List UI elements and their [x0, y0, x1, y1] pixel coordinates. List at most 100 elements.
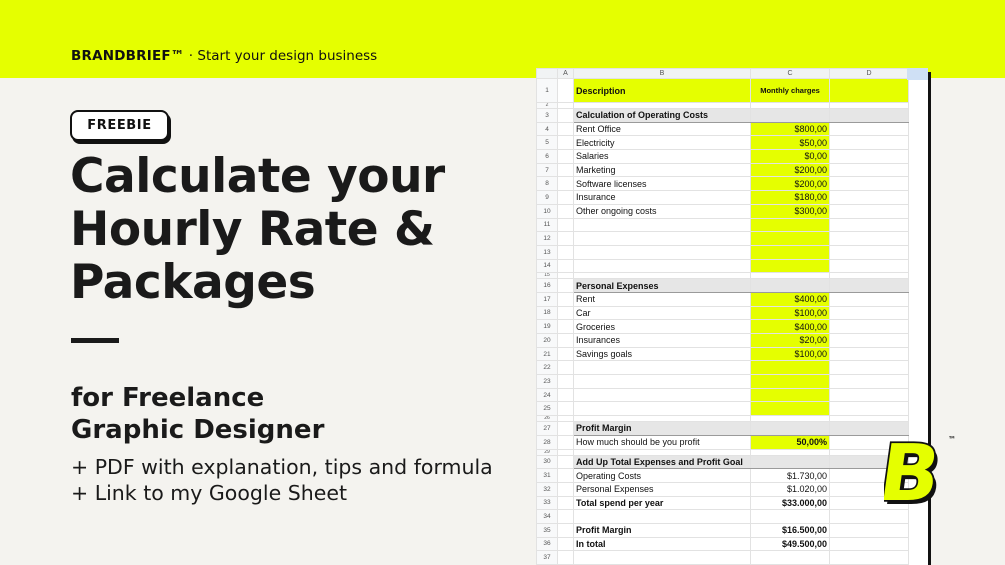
cell[interactable]	[557, 244, 574, 260]
cell-value[interactable]: $100,00	[750, 305, 830, 321]
cell[interactable]	[557, 258, 574, 274]
cell[interactable]	[573, 374, 751, 389]
cell-label[interactable]: Marketing	[573, 162, 751, 178]
cell[interactable]	[573, 231, 751, 246]
column-header-a[interactable]: A	[557, 68, 574, 79]
cell[interactable]	[750, 108, 830, 123]
cell-label[interactable]: Operating Costs	[573, 468, 751, 483]
column-header-d[interactable]: D	[829, 68, 909, 79]
cell-label[interactable]: Insurance	[573, 190, 751, 205]
section-title[interactable]: Profit Margin	[573, 421, 751, 436]
cell[interactable]	[557, 121, 574, 137]
cell[interactable]	[829, 231, 909, 246]
cell[interactable]	[557, 536, 574, 552]
cell-label[interactable]: Car	[573, 305, 751, 321]
cell-label[interactable]: Personal Expenses	[573, 481, 751, 497]
cell[interactable]	[829, 387, 909, 403]
cell-monthly-charges-header[interactable]: Monthly charges	[750, 78, 830, 103]
cell[interactable]	[573, 387, 751, 403]
cell-label[interactable]: Rent Office	[573, 121, 751, 137]
cell[interactable]	[829, 360, 909, 376]
cell[interactable]	[829, 401, 909, 417]
cell[interactable]	[557, 434, 574, 450]
cell[interactable]	[750, 360, 830, 376]
cell[interactable]	[829, 190, 909, 205]
cell[interactable]	[750, 387, 830, 403]
cell[interactable]	[557, 291, 574, 307]
cell[interactable]	[557, 78, 574, 103]
cell-label[interactable]: Other ongoing costs	[573, 203, 751, 219]
cell[interactable]	[829, 244, 909, 260]
cell[interactable]	[557, 176, 574, 192]
column-header-c[interactable]: C	[750, 68, 830, 79]
cell-value[interactable]: $800,00	[750, 121, 830, 137]
cell[interactable]	[750, 401, 830, 417]
cell[interactable]	[557, 454, 574, 470]
cell[interactable]	[829, 319, 909, 334]
cell-value[interactable]: $20,00	[750, 333, 830, 348]
cell[interactable]	[829, 149, 909, 164]
cell[interactable]	[557, 495, 574, 511]
cell-value[interactable]: 50,00%	[750, 434, 830, 450]
cell[interactable]	[557, 278, 574, 293]
cell[interactable]	[557, 387, 574, 403]
cell-label[interactable]: In total	[573, 536, 751, 552]
cell[interactable]	[829, 346, 909, 362]
cell[interactable]	[557, 509, 574, 524]
cell-label[interactable]: Savings goals	[573, 346, 751, 362]
cell[interactable]	[829, 108, 909, 123]
cell[interactable]	[557, 162, 574, 178]
cell[interactable]	[557, 401, 574, 417]
cell[interactable]	[557, 149, 574, 164]
cell[interactable]	[829, 305, 909, 321]
section-title[interactable]: Calculation of Operating Costs	[573, 108, 751, 123]
cell-value[interactable]: $1.730,00	[750, 468, 830, 483]
cell[interactable]	[829, 536, 909, 552]
cell[interactable]	[829, 333, 909, 348]
cell[interactable]	[750, 278, 830, 293]
section-title[interactable]: Add Up Total Expenses and Profit Goal	[573, 454, 751, 470]
cell[interactable]	[829, 278, 909, 293]
cell-description-header[interactable]: Description	[573, 78, 751, 103]
cell[interactable]	[829, 203, 909, 219]
cell[interactable]	[557, 217, 574, 233]
cell[interactable]	[829, 162, 909, 178]
select-all-corner[interactable]	[536, 68, 558, 79]
cell[interactable]	[829, 258, 909, 274]
cell-value[interactable]: $180,00	[750, 190, 830, 205]
cell-value[interactable]: $400,00	[750, 319, 830, 334]
cell-value[interactable]: $200,00	[750, 176, 830, 192]
cell[interactable]	[557, 203, 574, 219]
cell[interactable]	[750, 421, 830, 436]
cell[interactable]	[750, 509, 830, 524]
cell-value[interactable]: $50,00	[750, 135, 830, 151]
cell[interactable]	[557, 550, 574, 565]
cell[interactable]	[750, 550, 830, 565]
cell-value[interactable]: $100,00	[750, 346, 830, 362]
cell[interactable]	[557, 522, 574, 538]
cell[interactable]	[750, 454, 830, 470]
cell-value[interactable]: $49.500,00	[750, 536, 830, 552]
cell-value[interactable]: $400,00	[750, 291, 830, 307]
cell-value[interactable]: $0,00	[750, 149, 830, 164]
cell[interactable]	[557, 231, 574, 246]
cell[interactable]	[829, 291, 909, 307]
cell-value[interactable]: $16.500,00	[750, 522, 830, 538]
cell[interactable]	[829, 550, 909, 565]
cell[interactable]	[829, 135, 909, 151]
cell[interactable]	[750, 374, 830, 389]
cell[interactable]	[829, 176, 909, 192]
cell-label[interactable]: Insurances	[573, 333, 751, 348]
cell[interactable]	[557, 481, 574, 497]
cell[interactable]	[750, 231, 830, 246]
cell[interactable]	[573, 258, 751, 274]
cell-label[interactable]: Total spend per year	[573, 495, 751, 511]
cell[interactable]	[557, 421, 574, 436]
cell[interactable]	[829, 522, 909, 538]
cell-label[interactable]: Salaries	[573, 149, 751, 164]
section-title[interactable]: Personal Expenses	[573, 278, 751, 293]
column-header-b[interactable]: B	[573, 68, 751, 79]
cell[interactable]	[557, 333, 574, 348]
cell-label[interactable]: Software licenses	[573, 176, 751, 192]
cell[interactable]	[573, 401, 751, 417]
